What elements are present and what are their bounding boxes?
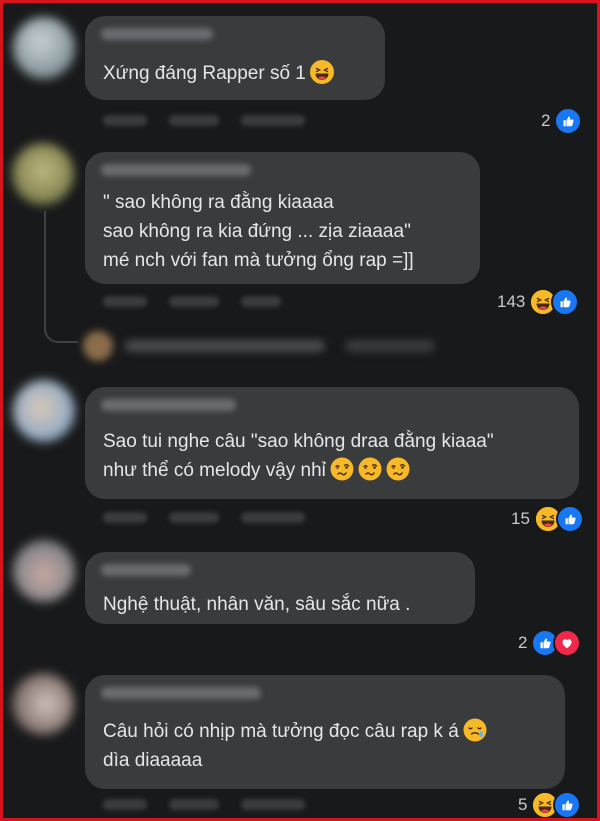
comment-text: Câu hỏi có nhịp mà tưởng đọc câu rap k á… [103, 717, 487, 775]
reaction-summary[interactable]: 2 [541, 107, 583, 135]
laughing-emoji-icon [310, 60, 334, 84]
reaction-count: 2 [541, 111, 551, 130]
reply-action[interactable] [169, 512, 219, 523]
comment-text: Nghệ thuật, nhân văn, sâu sắc nữa . [103, 594, 411, 615]
comment-bubble[interactable]: Nghệ thuật, nhân văn, sâu sắc nữa . [85, 552, 475, 624]
thread-line [44, 211, 78, 343]
avatar[interactable] [13, 17, 75, 79]
comment-actions [103, 296, 281, 310]
comments-panel: Xứng đáng Rapper số 1 2 " sao không ra đ… [3, 3, 597, 818]
comment-actions [103, 512, 305, 526]
author-name[interactable] [101, 164, 251, 176]
author-name[interactable] [101, 687, 261, 699]
crying-emoji-icon [463, 718, 487, 742]
reply-action[interactable] [169, 296, 219, 307]
reaction-count: 143 [497, 292, 526, 311]
avatar[interactable] [12, 673, 74, 735]
like-reaction-icon [555, 505, 584, 533]
reaction-count: 15 [511, 509, 530, 528]
author-name[interactable] [101, 564, 191, 576]
like-reaction-icon [553, 791, 582, 818]
author-name[interactable] [101, 28, 213, 40]
timestamp [241, 799, 305, 810]
comment-bubble[interactable]: Xứng đáng Rapper số 1 [85, 16, 385, 100]
woozy-emoji-icon [358, 457, 382, 481]
reaction-summary[interactable]: 2 [518, 629, 582, 657]
comment-bubble[interactable]: Câu hỏi có nhịp mà tưởng đọc câu rap k á… [85, 675, 565, 789]
timestamp [241, 296, 281, 307]
reply-action[interactable] [169, 799, 219, 810]
timestamp [241, 512, 305, 523]
reaction-summary[interactable]: 143 [497, 288, 580, 316]
like-reaction-icon [554, 107, 583, 135]
like-action[interactable] [103, 799, 147, 810]
woozy-emoji-icon [330, 457, 354, 481]
timestamp [241, 115, 305, 126]
avatar[interactable] [13, 540, 75, 602]
reaction-summary[interactable]: 15 [511, 505, 584, 533]
comment-bubble[interactable]: Sao tui nghe câu "sao không draa đằng ki… [85, 387, 579, 499]
comment-text: " sao không ra đằng kiaaaa sao không ra … [103, 192, 414, 271]
reply-preview[interactable] [83, 329, 443, 363]
avatar[interactable] [13, 380, 75, 442]
love-reaction-icon [553, 629, 582, 657]
like-action[interactable] [103, 512, 147, 523]
comment-bubble[interactable]: " sao không ra đằng kiaaaa sao không ra … [85, 152, 480, 284]
comment-text: Xứng đáng Rapper số 1 [103, 59, 334, 88]
like-action[interactable] [103, 115, 147, 126]
comment-actions [103, 799, 305, 813]
reaction-summary[interactable]: 5 [518, 791, 582, 818]
like-action[interactable] [103, 296, 147, 307]
author-name[interactable] [101, 399, 236, 411]
like-reaction-icon [551, 288, 580, 316]
avatar[interactable] [12, 143, 74, 205]
reaction-count: 5 [518, 795, 528, 814]
woozy-emoji-icon [386, 457, 410, 481]
reply-action[interactable] [169, 115, 219, 126]
comment-actions [103, 115, 305, 129]
comment-text: Sao tui nghe câu "sao không draa đằng ki… [103, 431, 494, 481]
reaction-count: 2 [518, 633, 528, 652]
